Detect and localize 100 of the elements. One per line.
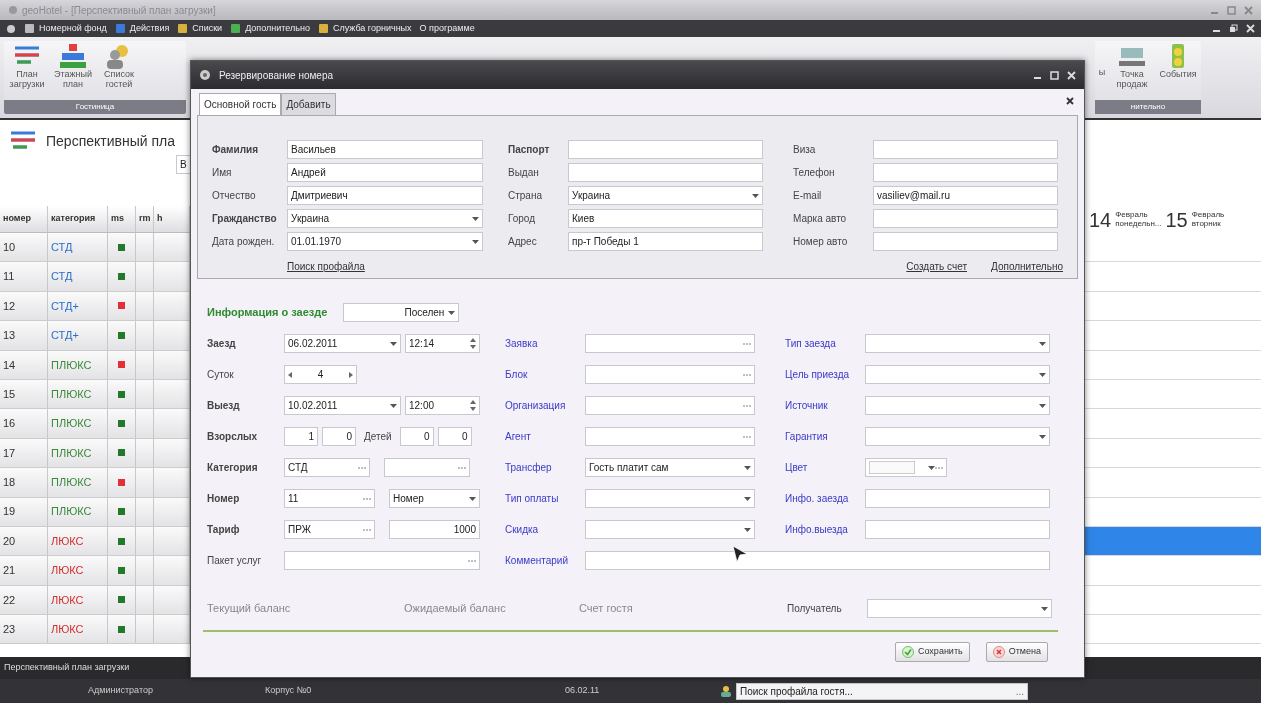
color-picker[interactable] [865,458,947,477]
input-field[interactable] [585,334,755,353]
caret-icon[interactable] [1039,341,1046,346]
input-field[interactable]: 0 [399,427,434,446]
caret-icon[interactable] [390,341,397,346]
input-field[interactable] [568,140,763,159]
input-field[interactable] [284,551,480,570]
input-field[interactable]: Васильев [287,140,483,159]
caret-icon[interactable] [1039,372,1046,377]
ribbon-button[interactable]: План загрузки [4,41,50,90]
menu-item[interactable]: О программе [419,21,475,36]
spinner-icon[interactable] [470,338,476,349]
caret-icon[interactable] [1041,606,1048,611]
input-field[interactable]: 12:00 [405,396,480,415]
input-field[interactable] [585,489,755,508]
input-field[interactable]: vasiliev@mail.ru [873,186,1058,205]
ribbon-button[interactable]: Точка продаж [1109,41,1155,90]
more-button[interactable]: ... [1015,683,1024,699]
ribbon-button[interactable]: События [1155,41,1201,90]
menu-item[interactable]: Служба горничных [317,21,412,36]
input-field[interactable] [873,209,1058,228]
increment-icon[interactable] [349,371,353,378]
restore-icon[interactable] [1229,24,1238,33]
menu-item[interactable]: Списки [177,21,223,36]
ribbon-button[interactable]: Список гостей [96,41,142,90]
caret-icon[interactable] [744,465,751,470]
decrement-icon[interactable] [288,371,292,378]
column-header[interactable]: rm [136,206,154,232]
input-field[interactable] [585,365,755,384]
menu-item[interactable]: Дополнительно [230,21,310,36]
comment-field[interactable] [585,551,1050,570]
stepper-field[interactable]: 4 [284,365,357,384]
caret-icon[interactable] [472,239,479,244]
input-field[interactable]: Дмитриевич [287,186,483,205]
caret-icon[interactable] [1039,403,1046,408]
caret-icon[interactable] [1039,434,1046,439]
input-field[interactable] [873,140,1058,159]
tab[interactable]: Основной гость [199,93,282,115]
menu-item[interactable]: Номерной фонд [24,21,107,36]
input-field[interactable] [865,334,1050,353]
ellipsis-icon[interactable] [363,497,371,500]
input-field[interactable]: 06.02.2011 [284,334,401,353]
input-field[interactable]: Киев [568,209,763,228]
input-field[interactable]: 1 [284,427,318,446]
input-field[interactable] [585,396,755,415]
caret-icon[interactable] [928,465,935,470]
input-field[interactable]: Андрей [287,163,483,182]
input-field[interactable] [865,489,1050,508]
input-field[interactable]: СТД [284,458,370,477]
spinner-icon[interactable] [470,400,476,411]
tab-label[interactable]: Перспективный план загрузки [4,661,130,675]
close-icon[interactable] [1066,97,1074,105]
ellipsis-icon[interactable] [468,559,476,562]
caret-icon[interactable] [390,403,397,408]
input-field[interactable] [865,520,1050,539]
save-button[interactable]: Сохранить [894,642,970,662]
input-field[interactable]: 10.02.2011 [284,396,401,415]
caret-icon[interactable] [448,310,456,315]
ellipsis-icon[interactable] [743,373,751,376]
column-header[interactable]: категория [48,206,108,232]
caret-icon[interactable] [744,496,751,501]
column-header[interactable]: ms [108,206,136,232]
input-field[interactable] [585,520,755,539]
ellipsis-icon[interactable] [743,342,751,345]
input-field[interactable] [384,458,470,477]
status-dropdown[interactable]: Поселен [343,303,460,322]
column-header[interactable]: номер [0,206,48,232]
profile-search-link[interactable]: Поиск профайла [287,259,365,274]
ellipsis-icon[interactable] [743,435,751,438]
ellipsis-icon[interactable] [358,466,366,469]
input-field[interactable]: 11 [284,489,375,508]
input-field[interactable]: 0 [437,427,472,446]
input-field[interactable]: Гость платит сам [585,458,755,477]
ribbon-button[interactable]: Этажный план [50,41,96,90]
timeline-row[interactable] [1085,526,1261,557]
input-field[interactable] [865,396,1050,415]
caret-icon[interactable] [752,193,759,198]
create-invoice-link[interactable]: Создать счет [906,259,967,274]
input-field[interactable] [873,232,1058,251]
input-field[interactable]: Украина [568,186,763,205]
input-field[interactable] [865,427,1050,446]
caret-icon[interactable] [744,527,751,532]
input-field[interactable]: ПРЖ [284,520,375,539]
input-field[interactable] [865,365,1050,384]
input-field[interactable]: пр-т Победы 1 [568,232,763,251]
input-field[interactable]: 01.01.1970 [287,232,483,251]
input-field[interactable]: 0 [322,427,356,446]
input-field[interactable]: 12:14 [405,334,480,353]
tab[interactable]: Добавить [281,93,336,115]
menu-item[interactable]: Действия [114,21,170,36]
ellipsis-icon[interactable] [743,404,751,407]
input-field[interactable]: 1000 [389,520,480,539]
more-link[interactable]: Дополнительно [991,259,1063,274]
caret-icon[interactable] [469,496,476,501]
app-icon[interactable] [6,23,16,34]
input-field[interactable] [873,163,1058,182]
input-field[interactable] [585,427,755,446]
ellipsis-icon[interactable] [458,466,466,469]
caret-icon[interactable] [472,216,479,221]
input-field[interactable] [568,163,763,182]
